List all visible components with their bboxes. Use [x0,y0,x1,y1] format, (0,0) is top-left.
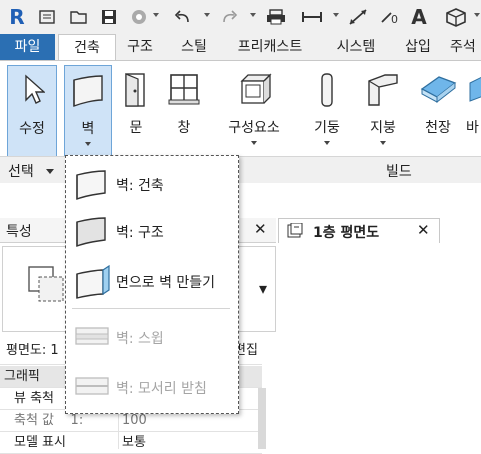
measure-icon[interactable] [300,6,324,28]
text-icon[interactable]: A [408,5,430,29]
wall-label: 벽 [81,121,95,137]
print-icon[interactable] [264,6,288,28]
app-logo-letter: R [9,5,25,29]
build-panel-label: 빌드 [386,164,412,180]
graphics-group-label: 그래픽 [4,369,40,384]
type-selector-dropdown-icon[interactable]: ▾ [259,279,267,298]
quick-access-toolbar: R 0 A [0,0,481,34]
window-icon [168,71,200,111]
table-row[interactable]: 모델 표시 보통 [0,432,262,454]
sync-icon[interactable] [128,6,150,28]
menu-item-label: 벽: 건축 [116,178,164,194]
view-tab-label: 1층 평면도 [313,225,380,241]
undo-icon[interactable] [172,6,194,28]
roof-icon [365,71,401,113]
undo-dropdown-icon[interactable] [204,13,210,17]
column-dropdown-icon[interactable] [324,141,330,145]
structural-wall-icon [73,214,109,254]
sync-dropdown-icon[interactable] [153,13,159,17]
property-value: 보통 [122,435,146,450]
property-name: 모델 표시 [14,435,66,450]
view-selector[interactable]: 평면도: 1 [6,338,59,364]
modify-label: 수정 [19,121,45,137]
window-label: 창 [177,120,191,136]
view-tab[interactable]: 1층 평면도 ✕ [278,218,440,243]
floor-button[interactable]: 바 [466,65,481,157]
menu-item-label: 벽: 모서리 받침 [116,381,207,397]
roof-label: 지붕 [370,120,396,136]
cursor-icon [19,72,46,110]
tab-precast[interactable]: 프리캐스트 [226,34,314,60]
door-button[interactable]: 문 [118,65,154,157]
select-panel-label[interactable]: 선택 [8,161,34,181]
tab-insert[interactable]: 삽입 [394,34,442,60]
window-button[interactable]: 창 [164,65,204,157]
roof-button[interactable]: 지붕 [360,65,406,157]
wall-dropdown-icon[interactable] [85,142,91,146]
wall-button[interactable]: 벽 [64,65,112,159]
wall-icon [70,72,106,114]
column-icon [315,71,339,113]
menu-item-label: 벽: 구조 [116,225,164,241]
3d-view-dropdown-icon[interactable] [474,13,480,17]
app-logo[interactable]: R [4,5,30,29]
property-name: 뷰 축척 [14,391,55,406]
door-icon [121,71,151,113]
roof-dropdown-icon[interactable] [380,141,386,145]
wall-reveal-icon [73,370,111,408]
component-button[interactable]: 구성요소 [218,65,290,157]
ceiling-label: 천장 [425,120,451,136]
redo-dropdown-icon[interactable] [250,13,256,17]
floor-plan-icon [287,222,303,243]
properties-scrollbar[interactable] [258,388,266,449]
tab-file[interactable]: 파일 [0,34,55,60]
column-label: 기둥 [314,120,340,136]
svg-text:0: 0 [391,13,398,26]
measure-dropdown-icon[interactable] [333,13,339,17]
menu-item-wall-reveal[interactable]: 벽: 모서리 받침 [66,364,238,410]
floor-label: 바 [466,120,479,136]
menu-item-wall-by-face[interactable]: 면으로 벽 만들기 [66,258,238,304]
menu-item-label: 면으로 벽 만들기 [116,275,216,291]
tag-icon[interactable]: 0 [378,6,402,28]
properties-close-icon[interactable]: ✕ [254,220,267,238]
wall-by-face-icon [73,264,111,306]
home-icon[interactable] [36,6,58,28]
door-label: 문 [129,120,143,136]
menu-item-wall-sweep[interactable]: 벽: 스윕 [66,314,238,360]
tab-annotate[interactable]: 주석 [450,34,481,60]
floor-icon [466,71,481,111]
tab-structure[interactable]: 구조 [116,34,164,60]
menu-item-structural-wall[interactable]: 벽: 구조 [66,208,238,254]
wall-sweep-icon [73,320,111,358]
menu-item-label: 벽: 스윕 [116,331,164,347]
ribbon-tab-bar: 파일 건축 구조 스틸 프리캐스트 시스템 삽입 주석 [0,34,481,61]
redo-icon[interactable] [218,6,240,28]
component-dropdown-icon[interactable] [251,141,257,145]
ceiling-icon [419,71,457,111]
3d-view-icon[interactable] [444,6,468,28]
select-dropdown-icon[interactable] [46,169,54,174]
properties-title: 특성 [6,224,32,240]
wall-dropdown-menu: 벽: 건축 벽: 구조 면으로 벽 만들기 벽: 스윕 벽: 모서리 받침 [65,155,239,414]
architectural-wall-icon [73,167,109,207]
type-preview-icon [27,265,67,313]
tab-architecture[interactable]: 건축 [58,34,116,61]
menu-separator [72,308,230,309]
view-tab-close-icon[interactable]: ✕ [417,221,430,239]
modify-button[interactable]: 수정 [7,65,57,159]
tab-steel[interactable]: 스틸 [170,34,218,60]
component-icon [234,71,274,113]
menu-item-architectural-wall[interactable]: 벽: 건축 [66,161,238,207]
ceiling-button[interactable]: 천장 [416,65,460,157]
component-label: 구성요소 [228,120,280,136]
tab-systems[interactable]: 시스템 [324,34,388,60]
column-button[interactable]: 기둥 [306,65,348,157]
open-icon[interactable] [68,6,90,28]
dimension-icon[interactable] [346,6,370,28]
save-icon[interactable] [98,6,120,28]
